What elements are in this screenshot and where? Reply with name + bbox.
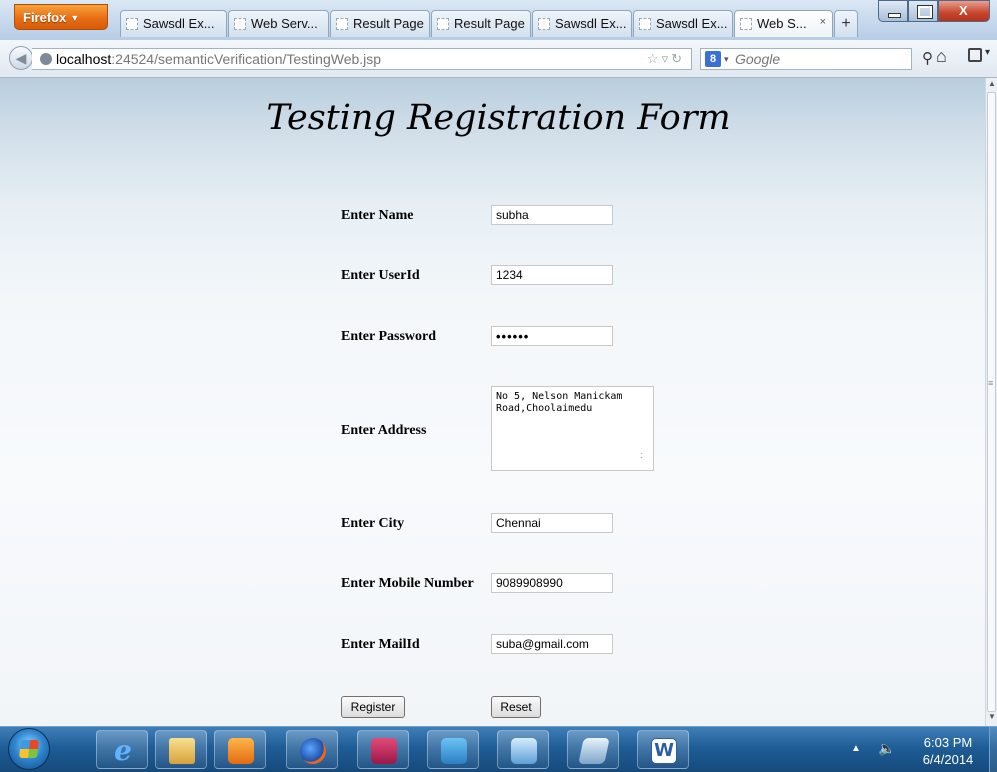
tab-label: Sawsdl Ex... [143, 16, 215, 31]
page-title: Testing Registration Form [266, 98, 731, 138]
browser-tab[interactable]: Result Page [431, 10, 531, 37]
ie-glyph: e [114, 734, 132, 767]
chevron-down-icon[interactable]: ▾ [724, 49, 729, 69]
city-label: Enter City [341, 516, 405, 531]
tab-label: Result Page [454, 16, 525, 31]
scroll-thumb[interactable] [987, 92, 996, 712]
close-tab-icon[interactable]: × [820, 16, 826, 28]
url-host: localhost [56, 51, 112, 67]
tab-label: Sawsdl Ex... [555, 16, 627, 31]
navigation-bar: ◀ localhost:24524/semanticVerification/T… [0, 40, 997, 78]
page-icon [740, 18, 752, 30]
globe-icon [300, 738, 326, 764]
mailid-input[interactable] [491, 634, 613, 654]
internet-explorer-icon[interactable]: e [96, 730, 148, 769]
search-icon[interactable]: ⚲ [922, 49, 933, 69]
close-window-button[interactable] [938, 0, 990, 22]
browser-tab[interactable]: Web Serv... [228, 10, 329, 37]
page-icon [437, 18, 449, 30]
address-textarea[interactable]: No 5, Nelson Manickam Road,Choolaimedu [491, 386, 654, 471]
home-icon[interactable]: ⌂ [936, 46, 947, 67]
tab-label: Web S... [757, 16, 807, 31]
minimize-button[interactable] [878, 0, 908, 22]
firefox-icon[interactable] [286, 730, 338, 769]
access-icon[interactable] [357, 730, 409, 769]
name-input[interactable] [491, 205, 613, 225]
url-path: :24524/semanticVerification/TestingWeb.j… [111, 51, 382, 67]
folder-icon [169, 738, 195, 764]
address-label: Enter Address [341, 423, 427, 438]
page-icon [234, 18, 246, 30]
scroll-grip-icon: ≡ [988, 378, 994, 388]
windows-taskbar: e W ▲ 🔈 6:03 PM 6/4/2014 [0, 726, 997, 772]
mobile-label: Enter Mobile Number [341, 576, 474, 591]
google-g-icon[interactable]: 8 [705, 51, 721, 67]
start-button[interactable] [8, 728, 50, 770]
browser-tab[interactable]: Sawsdl Ex... [532, 10, 632, 37]
resize-grip-icon[interactable]: .: [640, 450, 643, 460]
tab-label: Web Serv... [251, 16, 318, 31]
vertical-scrollbar[interactable]: ▲ ≡ ▼ [985, 78, 997, 726]
tab-label: Sawsdl Ex... [656, 16, 728, 31]
new-tab-button[interactable]: + [834, 10, 858, 37]
userid-input[interactable] [491, 265, 613, 285]
scroll-down-icon[interactable]: ▼ [988, 712, 996, 721]
word-icon[interactable]: W [637, 730, 689, 769]
word-glyph: W [651, 738, 677, 764]
show-desktop-button[interactable] [989, 727, 997, 772]
bookmark-star-icon[interactable]: ☆ [647, 51, 662, 66]
userid-label: Enter UserId [341, 268, 420, 283]
notebook-icon [578, 738, 610, 764]
firefox-menu-label: Firefox [23, 10, 67, 25]
page-icon [126, 18, 138, 30]
name-label: Enter Name [341, 208, 414, 223]
virtualbox-icon[interactable] [497, 730, 549, 769]
site-identity-icon[interactable] [40, 53, 52, 65]
search-placeholder: Google [735, 51, 781, 67]
page-icon [639, 18, 651, 30]
page-icon [538, 18, 550, 30]
chevron-down-icon: ▼ [70, 13, 80, 23]
firefox-menu-button[interactable]: Firefox ▼ [14, 4, 108, 30]
settings-panel-icon [441, 738, 467, 764]
city-input[interactable] [491, 513, 613, 533]
url-bar[interactable]: localhost:24524/semanticVerification/Tes… [32, 48, 692, 70]
maximize-button[interactable] [908, 0, 938, 22]
mobile-input[interactable] [491, 573, 613, 593]
bookmarks-menu-icon[interactable] [968, 47, 990, 62]
page-content: Testing Registration Form Enter Name Ent… [0, 78, 985, 726]
browser-titlebar: Firefox ▼ Sawsdl Ex... Web Serv... Result… [0, 0, 997, 40]
browser-tab[interactable]: Result Page [330, 10, 430, 37]
windows-explorer-icon[interactable] [155, 730, 207, 769]
url-bar-actions: ☆▿↻ [647, 49, 685, 69]
password-input[interactable] [491, 326, 613, 346]
tab-label: Result Page [353, 16, 424, 31]
system-clock[interactable]: 6:03 PM 6/4/2014 [907, 734, 989, 768]
config-icon[interactable] [427, 730, 479, 769]
key-icon [371, 738, 397, 764]
cube-icon [511, 738, 537, 764]
scroll-up-icon[interactable]: ▲ [988, 79, 996, 88]
back-arrow-icon[interactable]: ◀ [9, 46, 33, 70]
show-hidden-icons-icon[interactable]: ▲ [851, 743, 861, 754]
page-icon [336, 18, 348, 30]
register-button[interactable]: Register [341, 696, 405, 718]
plus-icon: + [841, 15, 851, 32]
reload-icon[interactable]: ↻ [671, 51, 685, 66]
browser-tab[interactable]: Sawsdl Ex... [633, 10, 733, 37]
play-icon [228, 738, 254, 764]
media-player-icon[interactable] [214, 730, 266, 769]
notepad-icon[interactable] [567, 730, 619, 769]
history-dropdown-icon[interactable]: ▿ [662, 51, 672, 66]
clock-time: 6:03 PM [923, 735, 973, 750]
browser-tab[interactable]: Sawsdl Ex... [120, 10, 227, 37]
reset-button[interactable]: Reset [491, 696, 541, 718]
browser-tab-active[interactable]: Web S... × [734, 10, 833, 37]
clock-date: 6/4/2014 [922, 752, 974, 767]
search-bar[interactable]: 8 ▾ Google ⚲ [700, 48, 933, 70]
mailid-label: Enter MailId [341, 637, 420, 652]
volume-icon[interactable]: 🔈 [878, 740, 895, 757]
password-label: Enter Password [341, 329, 437, 344]
